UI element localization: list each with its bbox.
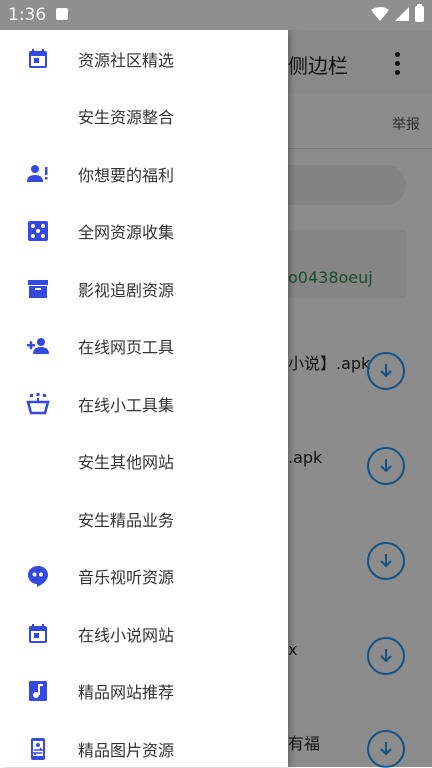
drawer-item[interactable]: 资源社区精选 (0, 30, 288, 88)
drawer-item-label: 在线小说网站 (78, 625, 175, 645)
drawer-item[interactable]: 安生精品业务 (0, 490, 288, 548)
person-alert-icon (27, 164, 48, 182)
calendar-icon (29, 623, 47, 643)
drawer-item-label: 在线网页工具 (78, 338, 175, 358)
battery-icon (415, 4, 424, 22)
status-bar: 1:36 (0, 0, 432, 30)
drawer-item[interactable]: 安生资源整合 (0, 88, 288, 146)
notification-icon (56, 8, 68, 20)
drawer-item[interactable]: 安生其他网站 (0, 433, 288, 491)
drawer-item-label: 资源社区精选 (78, 50, 175, 70)
drawer-item-label: 你想要的福利 (78, 165, 175, 185)
signal-icon (395, 7, 409, 21)
drawer-item[interactable]: 影视追剧资源 (0, 260, 288, 318)
drawer-item[interactable]: 精品图片资源 (0, 720, 288, 767)
drawer-item[interactable]: 在线小说网站 (0, 605, 288, 663)
drawer-item-label: 全网资源收集 (78, 223, 175, 243)
drawer-item-label: 精品网站推荐 (78, 683, 175, 703)
calendar-icon (29, 48, 47, 68)
drawer-item-label: 精品图片资源 (78, 740, 175, 760)
status-time: 1:36 (8, 5, 47, 25)
drawer-item-label: 影视追剧资源 (78, 280, 175, 300)
status-icons (371, 4, 424, 22)
wifi-icon (371, 7, 389, 21)
archive-icon (28, 279, 48, 298)
drawer-item[interactable]: 全网资源收集 (0, 203, 288, 261)
music-note-icon (29, 681, 47, 702)
drawer-item-label: 在线小工具集 (78, 395, 175, 415)
drawer-item[interactable]: 在线网页工具 (0, 318, 288, 376)
basket-icon (26, 392, 50, 414)
drawer-item[interactable]: 在线小工具集 (0, 375, 288, 433)
drawer-item-label: 安生其他网站 (78, 453, 175, 473)
phone-swap-icon (31, 737, 45, 760)
quote-bubble-icon (28, 566, 48, 588)
dice-icon (28, 221, 48, 242)
drawer-item-label: 安生资源整合 (78, 108, 175, 128)
drawer-menu: 资源社区精选 安生资源整合 你想要的福利 全网资源收集 影视追剧资源 在线网页工… (0, 30, 288, 767)
drawer-item-label: 安生精品业务 (78, 510, 175, 530)
drawer-item-label: 音乐视听资源 (78, 568, 175, 588)
person-add-icon (27, 338, 49, 355)
drawer-item[interactable]: 你想要的福利 (0, 145, 288, 203)
navigation-drawer: 资源社区精选 安生资源整合 你想要的福利 全网资源收集 影视追剧资源 在线网页工… (0, 30, 288, 767)
drawer-item[interactable]: 音乐视听资源 (0, 548, 288, 606)
drawer-item[interactable]: 精品网站推荐 (0, 663, 288, 721)
